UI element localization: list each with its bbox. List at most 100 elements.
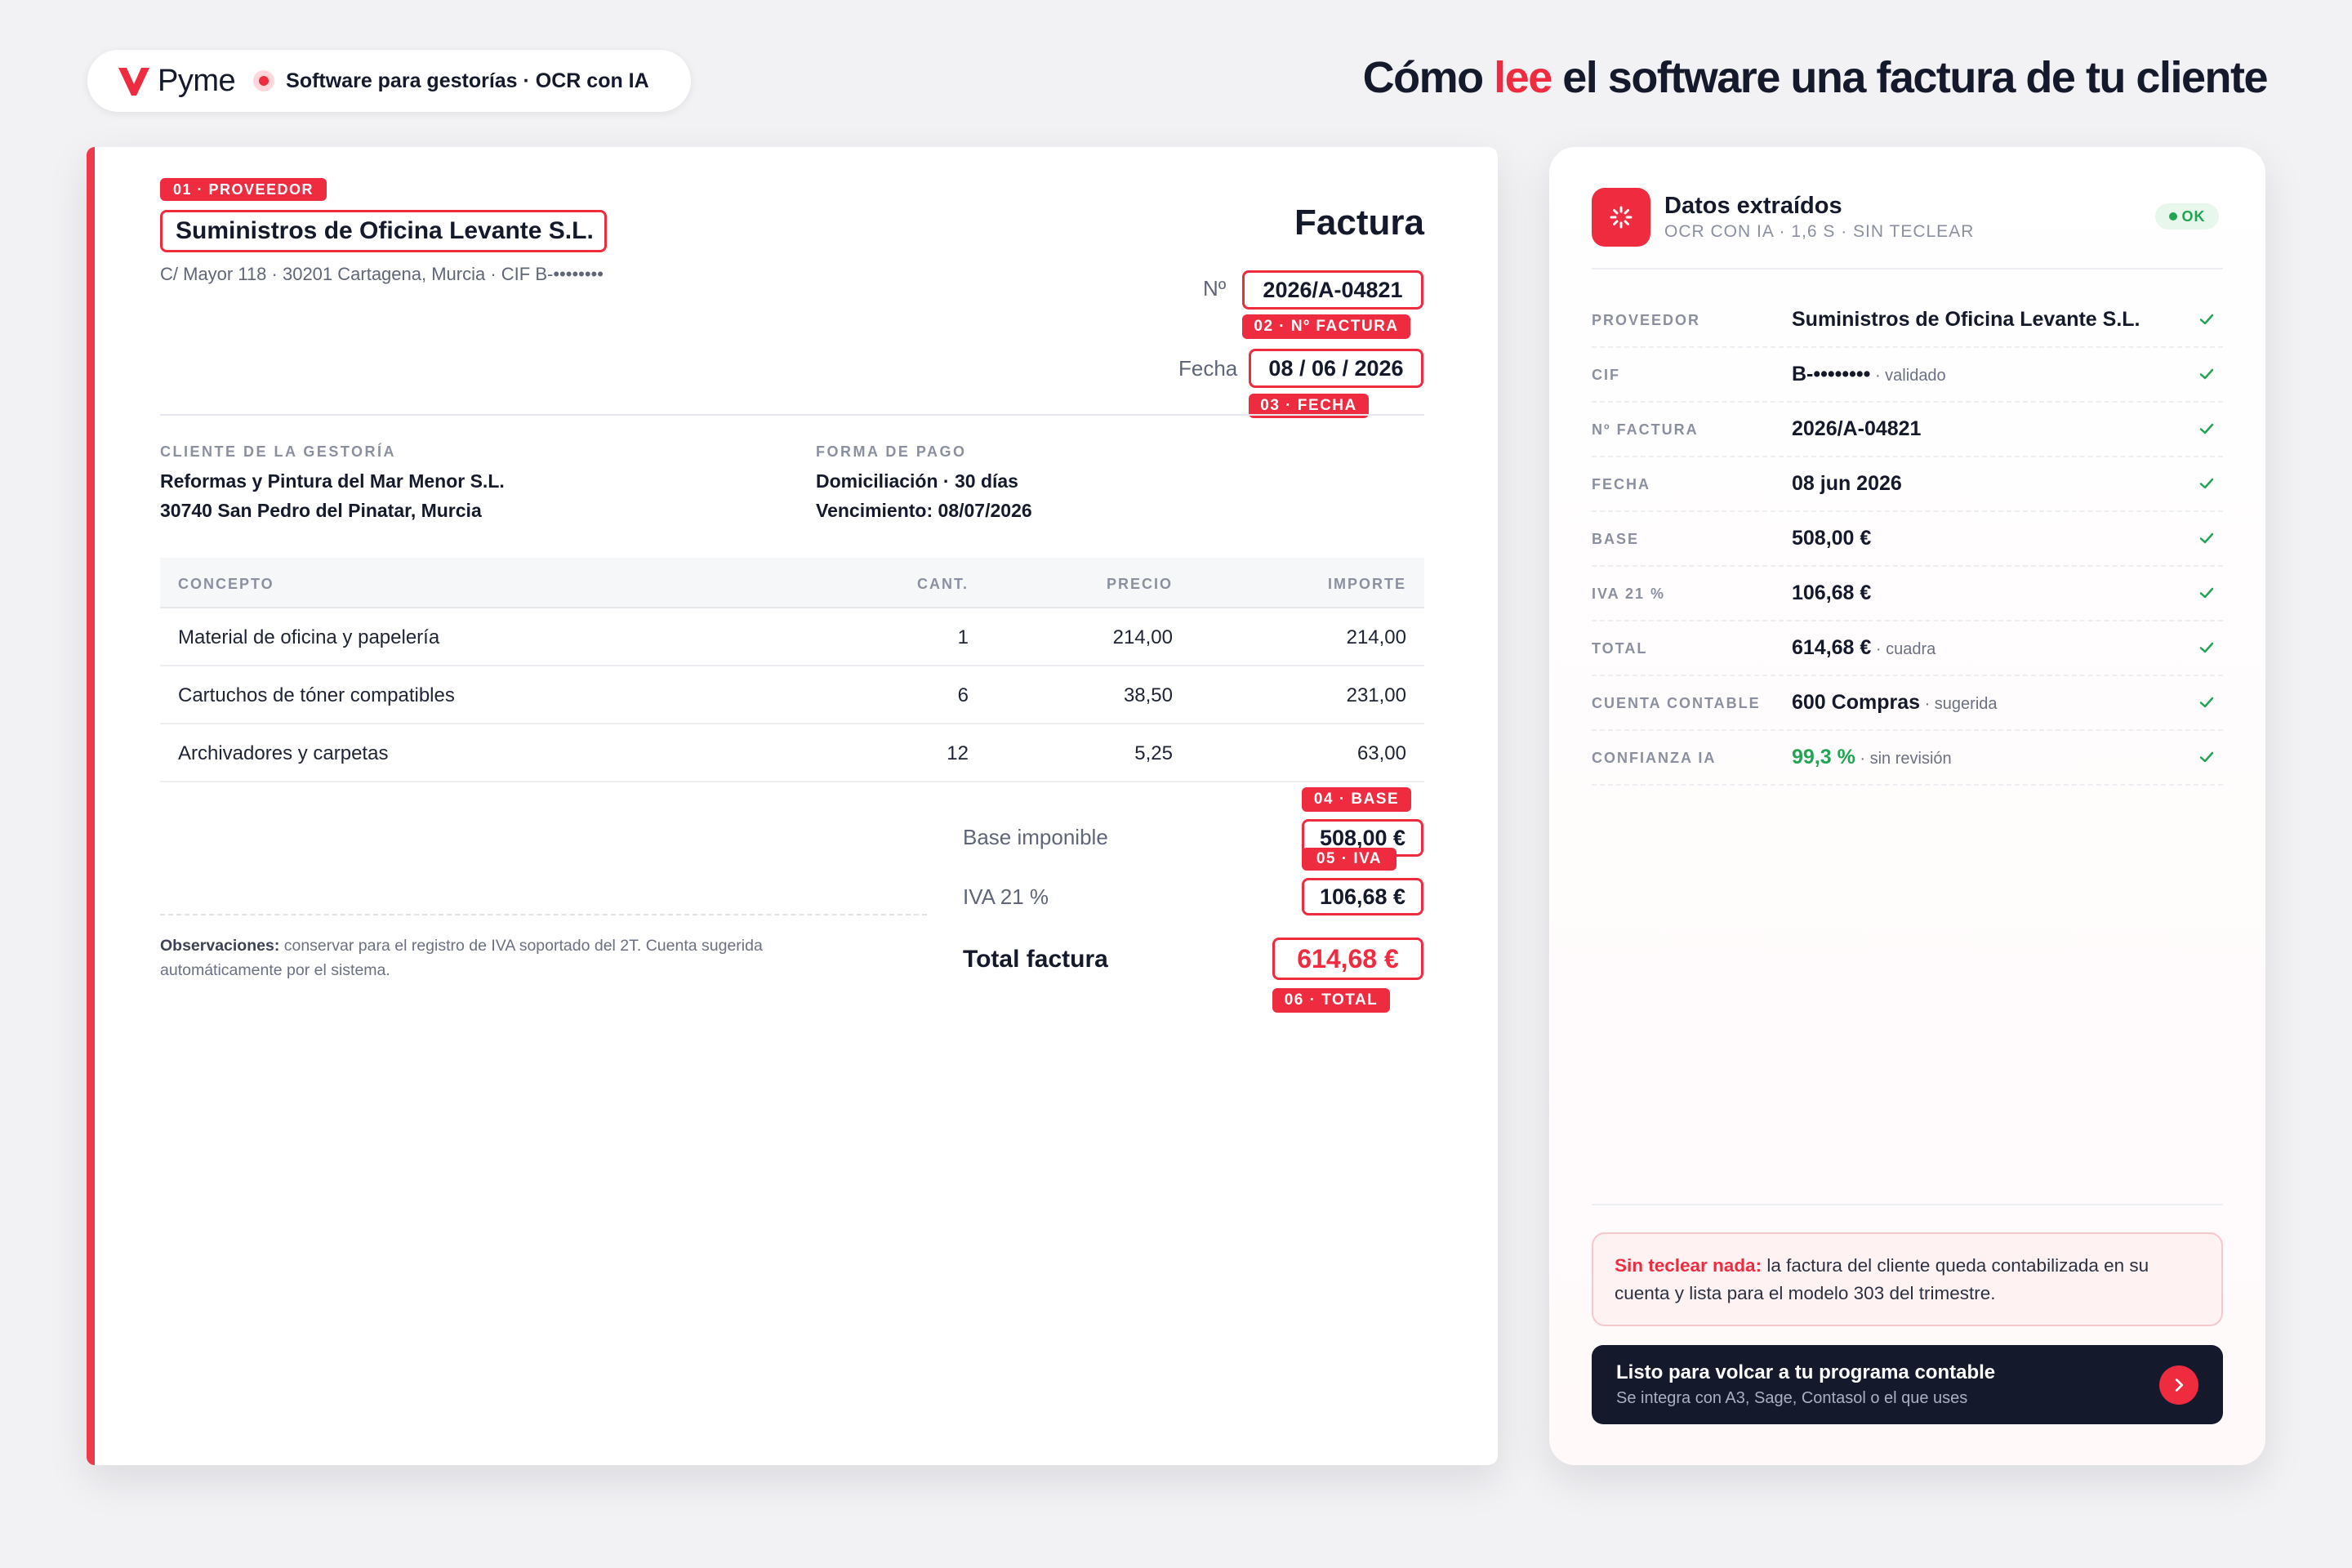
field-note: · sin revisión [1855,750,1952,768]
cell-cantidad: 1 [957,626,969,648]
field-label: BASE [1592,531,1640,547]
cta-arrow-button[interactable] [2159,1365,2198,1405]
field-value-wrap: Suministros de Oficina Levante S.L. [1792,308,2140,332]
field-value-wrap: 106,68 € [1792,581,1871,605]
field-value: 508,00 € [1792,527,1872,550]
field-value-wrap: 600 Compras · sugerida [1792,691,1998,715]
cell-cantidad: 12 [947,742,969,764]
supplier-address: C/ Mayor 118 · 30201 Cartagena, Murcia ·… [160,264,604,284]
field-row: CONFIANZA IA 99,3 % · sin revisión [1592,731,2223,786]
field-value: Suministros de Oficina Levante S.L. [1792,308,2140,331]
observations-divider [160,914,927,915]
field-row: IVA 21 % 106,68 € [1592,567,2223,621]
info-note: Sin teclear nada: la factura del cliente… [1592,1232,2223,1326]
field-value: B-•••••••• [1792,363,1871,385]
check-icon [2199,532,2214,544]
page-headline: Cómo lee el software una factura de tu c… [1362,52,2269,103]
line-items-header: CONCEPTO CANT. PRECIO IMPORTE [160,558,1424,608]
check-icon [2199,368,2214,380]
cell-importe: 63,00 [1356,742,1406,764]
cell-concepto: Archivadores y carpetas [178,742,389,764]
field-row: FECHA 08 jun 2026 [1592,457,2223,512]
field-label: IVA 21 % [1592,586,1666,602]
headline-before: Cómo [1362,53,1494,102]
table-row: Material de oficina y papelería 1 214,00… [160,608,1424,666]
field-label: CUENTA CONTABLE [1592,695,1761,711]
field-row: CIF B-•••••••• · validado [1592,348,2223,403]
status-dot-icon [2168,212,2177,220]
field-value: 08 jun 2026 [1792,472,1902,495]
document-title: Factura [1294,203,1424,243]
brand-tagline: Software para gestorías · OCR con IA [286,69,649,92]
cta-title: Listo para volcar a tu programa contable [1616,1361,1996,1383]
payment-method: Domiciliación · 30 días [816,470,1018,492]
header-divider [160,414,1424,416]
field-value: 106,68 € [1792,581,1872,604]
field-label: FECHA [1592,476,1650,492]
base-tag: 04 · BASE [1302,787,1411,812]
column-importe: IMPORTE [1327,576,1406,592]
payment-due: Vencimiento: 08/07/2026 [816,500,1032,521]
supplier-tag: 01 · PROVEEDOR [160,178,327,201]
iva-label: IVA 21 % [963,884,1049,909]
field-value-wrap: 508,00 € [1792,527,1871,550]
invoice-number-tag: 02 · Nº FACTURA [1242,314,1410,339]
field-value-wrap: 99,3 % · sin revisión [1792,746,1952,769]
field-label: CONFIANZA IA [1592,750,1717,766]
observations: Observaciones: conservar para el registr… [160,933,879,982]
client-label: CLIENTE DE LA GESTORÍA [160,443,397,460]
column-precio: PRECIO [1106,576,1173,592]
invoice-accent-bar [87,147,95,1465]
headline-highlight: lee [1494,53,1552,102]
field-row: PROVEEDOR Suministros de Oficina Levante … [1592,293,2223,348]
field-row: BASE 508,00 € [1592,512,2223,567]
panel-subtitle: OCR CON IA · 1,6 S · SIN TECLEAR [1664,222,1975,241]
invoice-date-box: 08 / 06 / 2026 [1249,349,1423,388]
cell-cantidad: 6 [957,684,969,706]
pyme-logo-icon [118,68,149,96]
cell-importe: 214,00 [1346,626,1406,648]
invoice-document: 01 · PROVEEDOR Suministros de Oficina Le… [87,147,1498,1465]
status-badge: OK [2155,203,2219,229]
field-note: · validado [1870,367,1946,385]
record-dot-icon [253,70,275,91]
panel-divider [1592,268,2223,270]
check-icon [2199,423,2214,434]
table-row: Archivadores y carpetas 12 5,25 63,00 [160,724,1424,782]
invoice-date-label: Fecha [1178,356,1238,381]
field-row: CUENTA CONTABLE 600 Compras · sugerida [1592,676,2223,731]
cell-importe: 231,00 [1346,684,1406,706]
supplier-name-box: Suministros de Oficina Levante S.L. [160,210,607,252]
status-badge-label: OK [2181,207,2206,225]
panel-bottom-divider [1592,1204,2223,1205]
check-icon [2199,478,2214,489]
iva-tag: 05 · IVA [1302,848,1396,871]
cell-precio: 38,50 [1123,684,1173,706]
client-name: Reformas y Pintura del Mar Menor S.L. [160,470,505,492]
field-label: CIF [1592,367,1620,383]
check-icon [2199,314,2214,325]
check-icon [2199,697,2214,708]
scan-icon [1592,188,1650,247]
cta-subtitle: Se integra con A3, Sage, Contasol o el q… [1616,1389,1968,1407]
total-value-box: 614,68 € [1272,938,1423,980]
field-note: · sugerida [1920,695,1998,713]
cell-concepto: Cartuchos de tóner compatibles [178,684,455,706]
brand-name: Pyme [158,63,236,98]
field-label: PROVEEDOR [1592,312,1701,328]
export-cta[interactable]: Listo para volcar a tu programa contable… [1592,1345,2223,1424]
field-row: Nº FACTURA 2026/A-04821 [1592,403,2223,457]
field-value: 614,68 € [1792,636,1872,659]
observations-label: Observaciones: [160,937,280,955]
total-tag: 06 · TOTAL [1272,988,1390,1013]
field-row: TOTAL 614,68 € · cuadra [1592,621,2223,676]
brand-pill: Pyme Software para gestorías · OCR con I… [87,50,691,112]
field-value-wrap: 614,68 € · cuadra [1792,636,1936,660]
payment-label: FORMA DE PAGO [816,443,967,460]
cell-concepto: Material de oficina y papelería [178,626,440,648]
client-address: 30740 San Pedro del Pinatar, Murcia [160,500,482,521]
field-label: TOTAL [1592,640,1648,657]
invoice-number-label: Nº [1203,276,1227,301]
field-value: 600 Compras [1792,691,1921,714]
chevron-right-icon [2175,1379,2184,1392]
